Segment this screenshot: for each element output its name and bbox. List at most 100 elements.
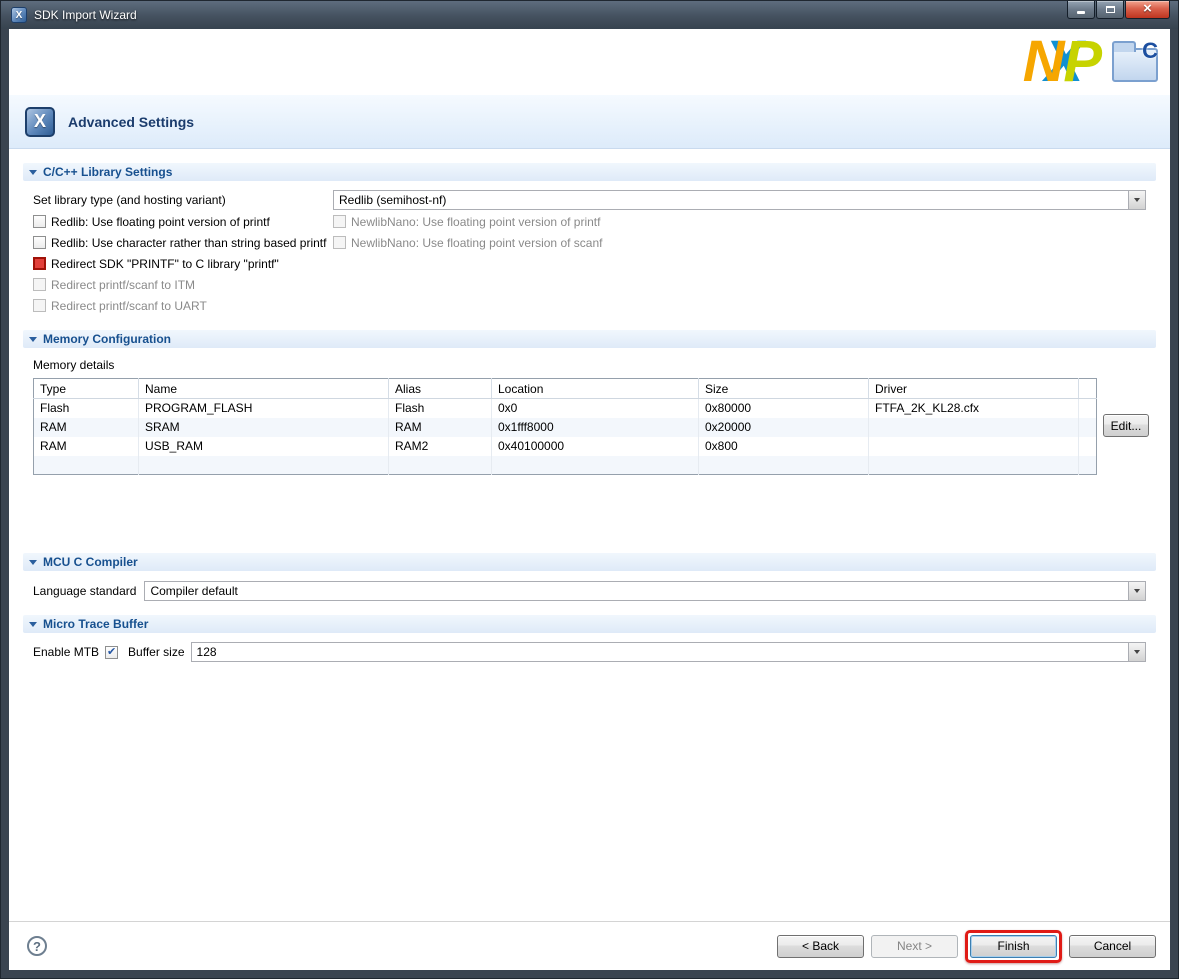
checkbox-box[interactable] (33, 278, 46, 291)
memory-table: Type Name Alias Location Size Driver Fla… (33, 378, 1097, 475)
checkbox-box[interactable] (33, 215, 46, 228)
checkbox-box[interactable] (333, 215, 346, 228)
table-row[interactable]: Flash PROGRAM_FLASH Flash 0x0 0x80000 FT… (34, 399, 1097, 418)
cell-type: Flash (34, 399, 139, 418)
chevron-down-icon[interactable] (1128, 643, 1145, 661)
buffer-size-value: 128 (192, 645, 1128, 659)
cell-location: 0x40100000 (492, 437, 699, 456)
section-title: Micro Trace Buffer (43, 617, 148, 631)
wizard-buttons: < Back Next > Finish Cancel (777, 930, 1156, 963)
button-bar: ? < Back Next > Finish Cancel (9, 921, 1170, 970)
micro-trace-buffer-body: Enable MTB Buffer size 128 (33, 641, 1146, 663)
page-title: Advanced Settings (68, 114, 194, 130)
checkbox-redlib-float-printf[interactable]: Redlib: Use floating point version of pr… (33, 215, 333, 229)
cell-driver (869, 437, 1079, 456)
cell-alias: Flash (389, 399, 492, 418)
cell-location: 0x0 (492, 399, 699, 418)
collapse-arrow-icon (29, 170, 37, 175)
checkbox-label: Redlib: Use floating point version of pr… (51, 215, 270, 229)
checkbox-newlibnano-float-scanf[interactable]: NewlibNano: Use floating point version o… (333, 236, 1146, 250)
enable-mtb-checkbox[interactable] (105, 646, 118, 659)
checkbox-label: Redirect SDK "PRINTF" to C library "prin… (51, 257, 279, 271)
section-library-settings-body: Set library type (and hosting variant) R… (33, 181, 1146, 316)
maximize-icon (1106, 6, 1115, 13)
nxp-logo: NXP (1023, 33, 1102, 91)
column-header-name: Name (139, 379, 389, 399)
column-header-size: Size (699, 379, 869, 399)
wizard-banner: X Advanced Settings (9, 95, 1170, 149)
nxp-letter-p: P (1063, 33, 1102, 91)
maximize-button[interactable] (1096, 1, 1124, 19)
finish-highlight-annotation: Finish (965, 930, 1062, 963)
library-type-dropdown[interactable]: Redlib (semihost-nf) (333, 190, 1146, 210)
section-title: C/C++ Library Settings (43, 165, 172, 179)
app-icon: X (11, 7, 27, 23)
checkbox-redlib-char-printf[interactable]: Redlib: Use character rather than string… (33, 236, 333, 250)
mcu-compiler-body: Language standard Compiler default (33, 580, 1146, 601)
table-row[interactable]: RAM SRAM RAM 0x1fff8000 0x20000 (34, 418, 1097, 437)
next-button[interactable]: Next > (871, 935, 958, 958)
section-memory-configuration-header[interactable]: Memory Configuration (23, 330, 1156, 348)
cell-driver (869, 418, 1079, 437)
cell-name: PROGRAM_FLASH (139, 399, 389, 418)
mcuxpresso-icon: X (25, 107, 55, 137)
column-header-location: Location (492, 379, 699, 399)
cell-blank (1079, 437, 1097, 456)
minimize-icon (1077, 11, 1085, 14)
minimize-button[interactable] (1067, 1, 1095, 19)
cell-driver: FTFA_2K_KL28.cfx (869, 399, 1079, 418)
table-header-row: Type Name Alias Location Size Driver (34, 379, 1097, 399)
help-button[interactable]: ? (27, 936, 47, 956)
cell-type: RAM (34, 437, 139, 456)
app-header: NXP C (9, 29, 1170, 95)
checkbox-label: Redirect printf/scanf to UART (51, 299, 207, 313)
cancel-button[interactable]: Cancel (1069, 935, 1156, 958)
mcuxpresso-folder-icon: C (1112, 48, 1158, 82)
checkbox-label: Redlib: Use character rather than string… (51, 236, 326, 250)
language-standard-dropdown[interactable]: Compiler default (144, 581, 1146, 601)
close-button[interactable]: × (1125, 1, 1170, 19)
finish-button[interactable]: Finish (970, 935, 1057, 958)
chevron-down-icon[interactable] (1128, 191, 1145, 209)
chevron-glyph (1134, 589, 1140, 593)
checkbox-redirect-itm[interactable]: Redirect printf/scanf to ITM (33, 278, 333, 292)
section-library-settings-header[interactable]: C/C++ Library Settings (23, 163, 1156, 181)
cell-blank (1079, 399, 1097, 418)
edit-button[interactable]: Edit... (1103, 414, 1149, 437)
chevron-down-icon[interactable] (1128, 582, 1145, 600)
table-row-empty (34, 456, 1097, 475)
language-standard-value: Compiler default (145, 584, 1128, 598)
column-header-blank (1079, 379, 1097, 399)
back-button[interactable]: < Back (777, 935, 864, 958)
sdk-import-wizard-window: X SDK Import Wizard × NXP C X Advanced S… (0, 0, 1179, 979)
table-row[interactable]: RAM USB_RAM RAM2 0x40100000 0x800 (34, 437, 1097, 456)
language-standard-label: Language standard (33, 584, 136, 598)
wizard-content: C/C++ Library Settings Set library type … (9, 149, 1170, 921)
memory-details-label: Memory details (33, 358, 1156, 372)
collapse-arrow-icon (29, 337, 37, 342)
checkbox-box[interactable] (333, 236, 346, 249)
collapse-arrow-icon (29, 622, 37, 627)
client-area: NXP C X Advanced Settings C/C++ Library … (9, 29, 1170, 970)
nxp-letter-n: N (1023, 33, 1065, 91)
cell-blank (1079, 418, 1097, 437)
library-type-label: Set library type (and hosting variant) (33, 193, 333, 207)
buffer-size-dropdown[interactable]: 128 (191, 642, 1146, 662)
checkbox-box[interactable] (33, 236, 46, 249)
library-type-value: Redlib (semihost-nf) (334, 193, 1128, 207)
cell-size: 0x20000 (699, 418, 869, 437)
chevron-glyph (1134, 650, 1140, 654)
checkbox-label: NewlibNano: Use floating point version o… (351, 215, 600, 229)
checkbox-redirect-sdk-printf[interactable]: Redirect SDK "PRINTF" to C library "prin… (33, 257, 333, 271)
checkbox-box[interactable] (33, 299, 46, 312)
section-micro-trace-buffer-header[interactable]: Micro Trace Buffer (23, 615, 1156, 633)
enable-mtb-label: Enable MTB (33, 645, 99, 659)
checkbox-box-highlighted[interactable] (33, 257, 46, 270)
cell-type: RAM (34, 418, 139, 437)
checkbox-redirect-uart[interactable]: Redirect printf/scanf to UART (33, 299, 333, 313)
checkbox-label: Redirect printf/scanf to ITM (51, 278, 195, 292)
column-header-alias: Alias (389, 379, 492, 399)
checkbox-newlibnano-float-printf[interactable]: NewlibNano: Use floating point version o… (333, 215, 1146, 229)
section-title: MCU C Compiler (43, 555, 138, 569)
section-mcu-compiler-header[interactable]: MCU C Compiler (23, 553, 1156, 571)
